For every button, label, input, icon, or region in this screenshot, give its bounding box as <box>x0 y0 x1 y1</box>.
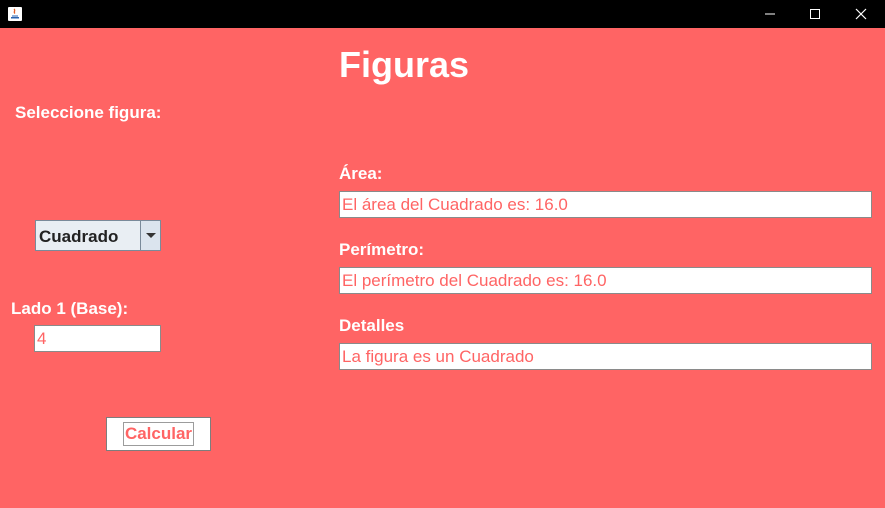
area-output[interactable]: El área del Cuadrado es: 16.0 <box>339 191 872 218</box>
details-label: Detalles <box>339 316 405 335</box>
java-icon <box>7 6 23 22</box>
side-input[interactable]: 4 <box>34 325 161 352</box>
maximize-icon[interactable] <box>792 0 838 28</box>
app-window: Figuras Seleccione figura: Cuadrado Lado… <box>0 0 885 508</box>
perimeter-label: Perímetro: <box>339 240 425 259</box>
page-title: Figuras <box>339 44 470 85</box>
shape-select-value[interactable]: Cuadrado <box>36 221 140 250</box>
perimeter-output[interactable]: El perímetro del Cuadrado es: 16.0 <box>339 267 872 294</box>
shape-select[interactable]: Cuadrado <box>35 220 161 251</box>
chevron-down-icon[interactable] <box>140 221 160 250</box>
calculate-button-label: Calcular <box>122 422 195 446</box>
side-label: Lado 1 (Base): <box>11 299 129 318</box>
area-label: Área: <box>339 164 383 183</box>
minimize-icon[interactable] <box>747 0 793 28</box>
title-bar <box>0 0 885 28</box>
calculate-button[interactable]: Calcular <box>106 417 211 451</box>
details-output[interactable]: La figura es un Cuadrado <box>339 343 872 370</box>
close-icon[interactable] <box>838 0 884 28</box>
select-figure-label: Seleccione figura: <box>15 103 162 122</box>
